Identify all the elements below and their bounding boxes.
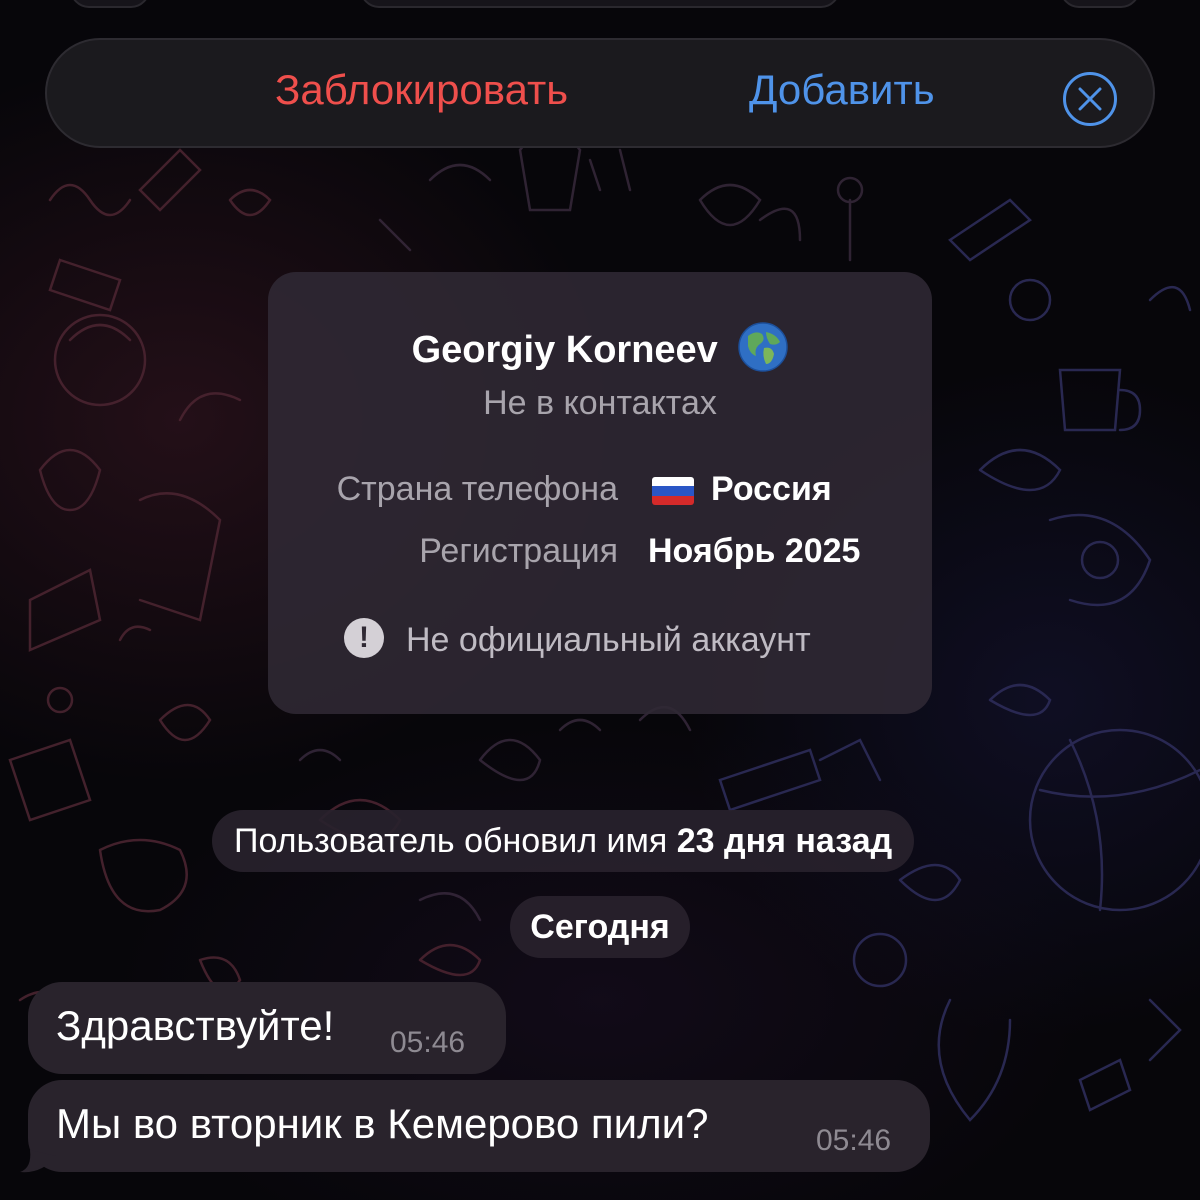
message-bubble[interactable]: Мы во вторник в Кемерово пили? 05:46 [28,1080,930,1172]
top-bar-fragment [360,0,840,8]
registration-label: Регистрация [419,532,618,570]
contact-action-bar: Заблокировать Добавить [45,38,1155,148]
globe-icon [738,322,789,372]
message-text: Здравствуйте! [56,1002,335,1049]
contact-name: Georgiy Korneev [411,329,718,371]
russia-flag-icon [652,477,694,505]
registration-value: Ноябрь 2025 [648,532,861,570]
message-time: 05:46 [390,1026,466,1059]
exclamation-circle-icon: ! [344,618,384,658]
contact-info-card: Georgiy Korneev Не в контактах Страна те… [268,272,932,714]
date-separator: Сегодня [510,896,690,958]
unofficial-account-text: Не официальный аккаунт [406,621,811,659]
block-button[interactable]: Заблокировать [275,66,568,114]
name-update-notice: Пользователь обновил имя 23 дня назад [212,810,915,872]
phone-country-label: Страна телефона [336,470,618,508]
contact-status: Не в контактах [483,384,717,422]
message-tail [20,1150,56,1173]
message-time: 05:46 [816,1124,892,1157]
close-icon[interactable] [1063,72,1117,126]
name-update-time: 23 дня назад [676,822,893,860]
phone-country-value: Россия [711,470,832,508]
add-contact-button[interactable]: Добавить [749,66,935,114]
unofficial-account-notice: ! Не официальный аккаунт [344,618,811,660]
message-bubble[interactable]: Здравствуйте! 05:46 [28,982,506,1074]
contact-name-row: Georgiy Korneev [268,322,932,372]
name-update-text: Пользователь обновил имя [234,822,677,860]
message-text: Мы во вторник в Кемерово пили? [56,1100,709,1147]
